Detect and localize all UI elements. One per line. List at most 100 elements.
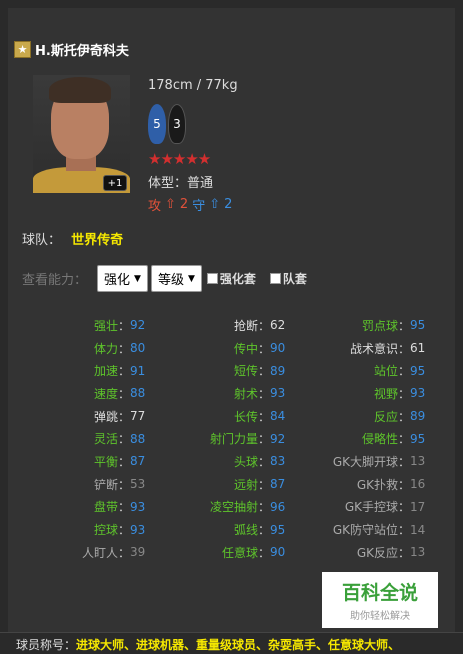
stat-item: 凌空抽射： 96 (158, 496, 298, 519)
enhance-select-value: 强化 (104, 273, 131, 288)
stat-label: 抢断 (233, 318, 258, 333)
stat-item: 弧线： 95 (158, 518, 298, 541)
checkbox-box[interactable] (269, 273, 281, 284)
stat-value: 62 (270, 318, 286, 333)
stat-item: 铲断： 53 (18, 473, 158, 496)
stat-item: 反应： 89 (298, 405, 438, 428)
stat-label: 凌空抽射 (209, 500, 258, 515)
stat-colon: ： (397, 545, 410, 560)
ability-filter: 查看能力： 强化 ▼ 等级 ▼ 强化套 队套 (22, 265, 319, 292)
stat-colon: ： (257, 545, 270, 560)
stat-value: 13 (410, 454, 426, 469)
stat-label: 灵活 (93, 432, 118, 447)
stat-item: 盘带： 93 (18, 496, 158, 519)
height-weight: 178cm / 77kg (148, 78, 238, 93)
stat-value: 84 (270, 409, 286, 424)
stat-item: 人盯人： 39 (18, 541, 158, 564)
stat-colon: ： (117, 500, 130, 515)
stat-value: 92 (130, 318, 146, 333)
stat-colon: ： (117, 318, 130, 333)
stat-item: GK扑救： 16 (298, 473, 438, 496)
stat-value: 53 (130, 477, 146, 492)
stat-item: GK反应： 13 (298, 541, 438, 564)
stat-label: 射术 (233, 386, 258, 401)
stat-value: 88 (130, 386, 146, 401)
stat-value: 90 (270, 341, 286, 356)
stat-value: 61 (410, 341, 426, 356)
stat-label: GK扑救 (356, 477, 398, 492)
defense-label: 守 (192, 199, 206, 214)
stat-label: GK防守站位 (332, 523, 398, 538)
body-type: 体型：普通 (148, 176, 214, 191)
stat-value: 77 (130, 409, 146, 424)
portrait-hair (49, 77, 111, 103)
stat-value: 95 (410, 318, 426, 333)
stat-item: 短传： 89 (158, 359, 298, 382)
stat-item: 强壮： 92 (18, 314, 158, 337)
stat-label: 人盯人 (81, 545, 118, 560)
level-select-value: 等级 (157, 273, 184, 288)
stat-value: 13 (410, 545, 426, 560)
stat-value: 87 (130, 454, 146, 469)
stat-label: 传中 (233, 341, 258, 356)
stat-colon: ： (117, 409, 130, 424)
enhance-set-checkbox[interactable]: 强化套 (206, 270, 256, 287)
stat-value: 89 (270, 363, 286, 378)
stat-colon: ： (257, 432, 270, 447)
stat-label: 盘带 (93, 500, 118, 515)
level-select[interactable]: 等级 ▼ (150, 265, 202, 292)
stat-label: 平衡 (93, 454, 118, 469)
team-set-label: 队套 (282, 272, 307, 286)
stat-label: 罚点球 (361, 318, 398, 333)
stat-item: 射门力量： 92 (158, 427, 298, 450)
stat-value: 83 (270, 454, 286, 469)
stat-colon: ： (257, 341, 270, 356)
stat-colon: ： (117, 341, 130, 356)
stat-label: 控球 (93, 523, 118, 538)
stat-value: 95 (410, 431, 426, 446)
stat-colon: ： (117, 545, 130, 560)
stat-colon: ： (257, 409, 270, 424)
watermark-logo: 百科全说 助你轻松解决 (322, 572, 438, 628)
stat-colon: ： (117, 386, 130, 401)
chevron-down-icon: ▼ (187, 273, 195, 284)
upgrade-badge: +1 (103, 175, 127, 191)
stat-value: 96 (270, 499, 286, 514)
stat-value: 93 (410, 386, 426, 401)
titles-value: 进球大师、进球机器、重量级球员、杂耍高手、任意球大师、 (76, 638, 401, 652)
right-foot-icon: 3 (168, 104, 186, 144)
stat-item: 任意球： 90 (158, 541, 298, 564)
stat-colon: ： (117, 523, 130, 538)
stat-colon: ： (397, 432, 410, 447)
checkbox-box[interactable] (206, 273, 218, 284)
stat-label: 视野 (373, 386, 398, 401)
stat-item: 长传： 84 (158, 405, 298, 428)
stat-item: GK手控球： 17 (298, 496, 438, 519)
team-set-checkbox[interactable]: 队套 (269, 270, 307, 287)
stat-label: 体力 (93, 341, 118, 356)
stat-value: 91 (130, 363, 146, 378)
stat-value: 16 (410, 477, 426, 492)
stat-label: 弧线 (233, 523, 258, 538)
enhance-select[interactable]: 强化 ▼ (97, 265, 148, 292)
up-arrow-icon: ⇧ (209, 197, 221, 212)
stat-value: 80 (130, 341, 146, 356)
watermark-title: 百科全说 (341, 582, 418, 604)
team-value[interactable]: 世界传奇 (71, 233, 123, 248)
ability-label: 查看能力： (22, 273, 88, 288)
stat-value: 95 (410, 363, 426, 378)
stat-label: 远射 (233, 477, 258, 492)
stat-colon: ： (397, 409, 410, 424)
watermark-subtitle: 助你轻松解决 (350, 611, 410, 622)
stat-label: GK手控球 (344, 500, 398, 515)
stat-value: 39 (130, 545, 146, 560)
stat-value: 95 (270, 522, 286, 537)
team-label: 球队： (22, 233, 62, 248)
stat-label: 长传 (233, 409, 258, 424)
stat-label: 头球 (233, 454, 258, 469)
stat-item: 控球： 93 (18, 518, 158, 541)
stat-colon: ： (397, 523, 410, 538)
stat-item: GK大脚开球： 13 (298, 450, 438, 473)
up-arrow-icon: ⇧ (165, 197, 176, 212)
stat-label: GK大脚开球 (332, 454, 398, 469)
